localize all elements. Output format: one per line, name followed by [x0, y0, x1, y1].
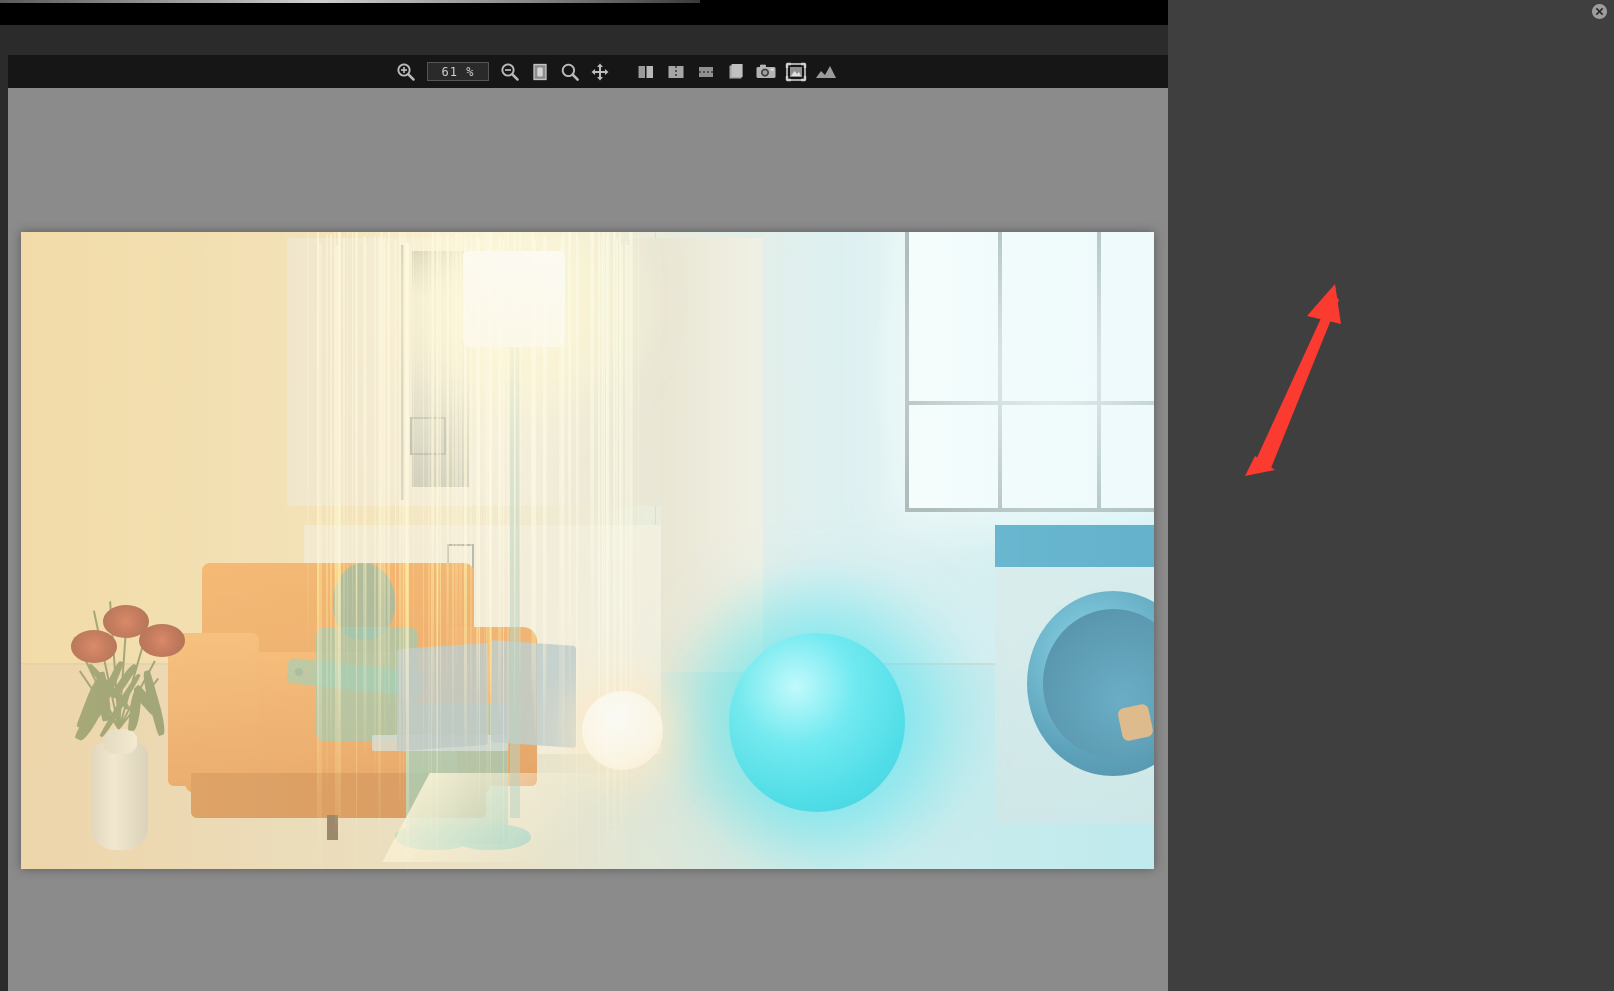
close-icon[interactable]	[1591, 3, 1608, 20]
split-slider-icon[interactable]	[661, 57, 691, 86]
zoom-level-input[interactable]: 61 %	[427, 62, 489, 81]
zoom-level-value: 61 %	[441, 64, 475, 79]
image-preview-icon[interactable]	[781, 57, 811, 86]
atmospheric-haze	[21, 232, 1154, 869]
horizontal-split-icon[interactable]	[691, 57, 721, 86]
zoom-tool-icon[interactable]	[555, 57, 585, 86]
viewer-toolbar: 61 %	[8, 55, 1168, 88]
pan-tool-icon[interactable]	[585, 57, 615, 86]
zoom-out-icon[interactable]	[495, 57, 525, 86]
split-view-icon[interactable]	[631, 57, 661, 86]
render-preview[interactable]	[21, 232, 1154, 869]
single-view-icon[interactable]	[721, 57, 751, 86]
histogram-icon[interactable]	[811, 57, 841, 86]
camera-icon[interactable]	[751, 57, 781, 86]
editor-area: 61 %	[0, 25, 1168, 991]
canvas-area[interactable]	[8, 88, 1168, 991]
zoom-in-icon[interactable]	[391, 57, 421, 86]
title-bar-highlight	[0, 0, 700, 3]
fit-to-window-icon[interactable]	[525, 57, 555, 86]
parameters-panel: Parameters Rays Parameter Value	[1168, 0, 1614, 991]
application-window: 61 %	[0, 0, 1614, 991]
